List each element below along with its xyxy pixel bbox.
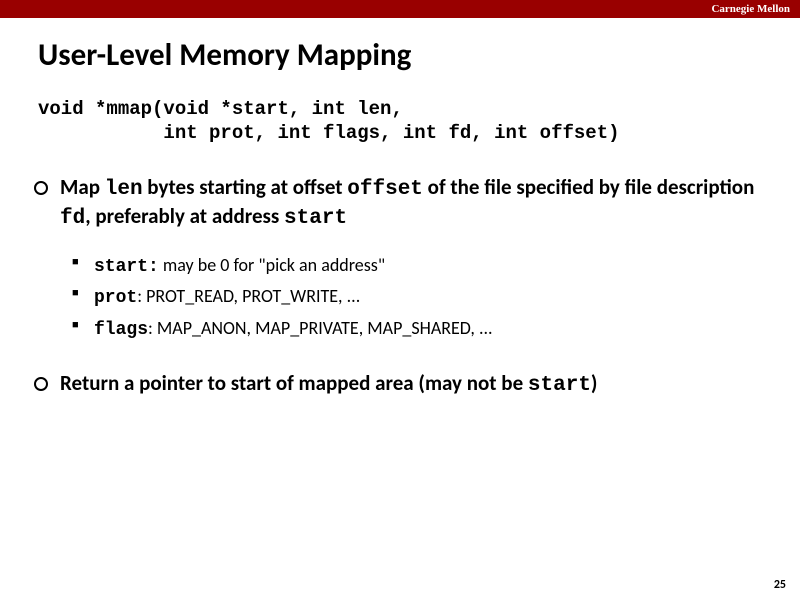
code-signature: void *mmap(void *start, int len, int pro… [0,84,800,146]
code-start: start: [94,257,159,277]
code-line-2: int prot, int flags, int fd, int offset) [38,122,620,144]
text: may be 0 for "pick an address" [159,254,385,276]
code-offset: offset [347,178,423,201]
sub-bullet-flags: flags: MAP_ANON, MAP_PRIVATE, MAP_SHARED… [94,317,762,342]
text: ) [591,370,598,396]
code-start: start [528,374,591,397]
text: Map [60,174,105,200]
text: of the file specified by file descriptio… [423,174,754,200]
code-flags: flags [94,320,148,340]
text: : MAP_ANON, MAP_PRIVATE, MAP_SHARED, ... [148,317,493,339]
bullet-list: Map len bytes starting at offset offset … [0,146,800,400]
text: : PROT_READ, PROT_WRITE, ... [137,285,360,307]
slide: Carnegie Mellon User-Level Memory Mappin… [0,0,800,600]
page-number: 25 [774,578,786,592]
bullet-map-description: Map len bytes starting at offset offset … [60,174,762,233]
slide-title: User-Level Memory Mapping [0,18,800,84]
sub-bullet-list: start: may be 0 for "pick an address" pr… [60,242,762,370]
sub-bullet-prot: prot: PROT_READ, PROT_WRITE, ... [94,285,762,310]
bullet-return: Return a pointer to start of mapped area… [60,370,762,399]
text: Return a pointer to start of mapped area… [60,370,528,396]
code-len: len [105,178,143,201]
text: , preferably at address [85,203,284,229]
text: bytes starting at offset [143,174,348,200]
sub-bullet-start: start: may be 0 for "pick an address" [94,254,762,279]
code-prot: prot [94,288,137,308]
code-start: start [284,207,347,230]
code-fd: fd [60,207,85,230]
brand-label: Carnegie Mellon [711,3,790,15]
top-bar: Carnegie Mellon [0,0,800,18]
code-line-1: void *mmap(void *start, int len, [38,98,403,120]
